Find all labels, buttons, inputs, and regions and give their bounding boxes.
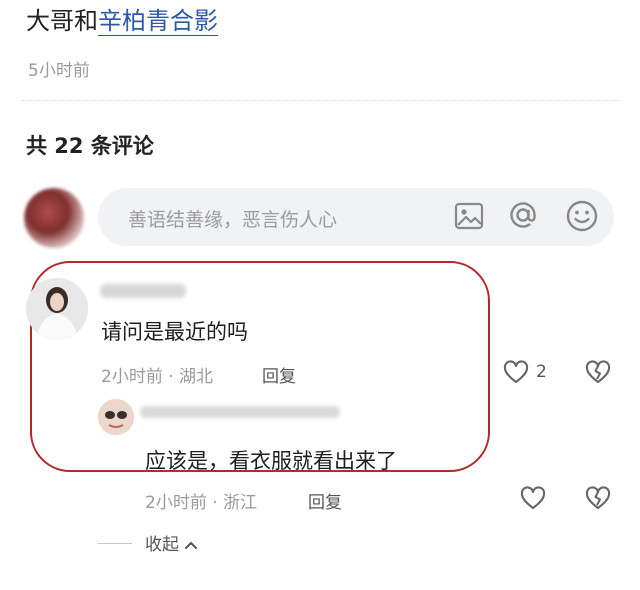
comment-like-count: 2	[536, 362, 547, 382]
reply-name-blurred	[140, 406, 340, 418]
comment-input-placeholder[interactable]: 善语结善缘，恶言伤人心	[128, 205, 337, 232]
divider	[22, 100, 620, 101]
comment-reply-button[interactable]: 回复	[262, 362, 296, 387]
commenter-avatar-image	[26, 278, 88, 340]
collapse-label[interactable]: 收起	[145, 535, 179, 555]
image-icon[interactable]	[454, 202, 484, 230]
my-avatar[interactable]	[24, 188, 84, 248]
broken-heart-icon[interactable]	[584, 358, 612, 386]
comment-count: 共 22 条评论	[26, 134, 154, 158]
heart-icon[interactable]	[520, 486, 546, 510]
broken-heart-icon[interactable]	[584, 484, 612, 512]
post-title-link[interactable]: 辛柏青合影	[98, 7, 218, 36]
at-icon[interactable]	[507, 199, 539, 231]
reply-avatar[interactable]	[98, 399, 134, 435]
collapse-button[interactable]: 收起	[145, 530, 198, 555]
collapse-divider	[98, 543, 132, 544]
reply-meta: 2小时前 · 浙江	[145, 493, 258, 513]
commenter-name-blurred	[100, 284, 186, 298]
comment-meta: 2小时前 · 湖北	[101, 367, 214, 387]
reply-avatar-image	[98, 399, 134, 435]
emoji-icon[interactable]	[565, 199, 599, 233]
chevron-up-icon	[185, 542, 198, 549]
post-title: 大哥和辛柏青合影	[26, 4, 218, 38]
post-title-prefix: 大哥和	[26, 7, 98, 35]
heart-icon[interactable]	[503, 360, 529, 384]
comment-text: 请问是最近的吗	[101, 320, 248, 344]
post-time: 5小时前	[28, 61, 90, 81]
reply-text: 应该是，看衣服就看出来了	[145, 449, 397, 473]
reply-reply-button[interactable]: 回复	[308, 488, 342, 513]
commenter-avatar[interactable]	[26, 278, 88, 340]
highlight-ring	[30, 261, 490, 472]
